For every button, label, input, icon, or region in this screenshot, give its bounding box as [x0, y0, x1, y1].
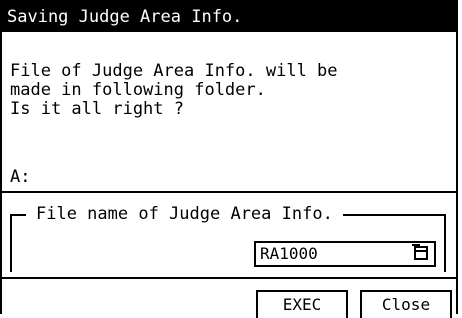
browse-window-icon[interactable]: [412, 244, 428, 260]
folder-path-label: A:: [10, 167, 31, 187]
confirmation-message: File of Judge Area Info. will be made in…: [10, 62, 338, 119]
filename-group-label: File name of Judge Area Info.: [26, 203, 343, 225]
folder-divider: [2, 191, 456, 193]
message-line-1: File of Judge Area Info. will be: [10, 61, 338, 81]
filename-group: File name of Judge Area Info. RA1000: [10, 203, 446, 272]
message-line-2: made in following folder.: [10, 80, 266, 100]
button-divider: [2, 277, 456, 279]
message-line-3: Is it all right ?: [10, 99, 184, 119]
save-judge-area-dialog: Saving Judge Area Info. File of Judge Ar…: [0, 0, 458, 318]
filename-input[interactable]: RA1000: [254, 241, 436, 267]
dialog-title: Saving Judge Area Info.: [2, 2, 456, 32]
filename-value: RA1000: [260, 244, 318, 263]
exec-button[interactable]: EXEC: [256, 290, 348, 318]
close-button[interactable]: Close: [360, 290, 452, 318]
